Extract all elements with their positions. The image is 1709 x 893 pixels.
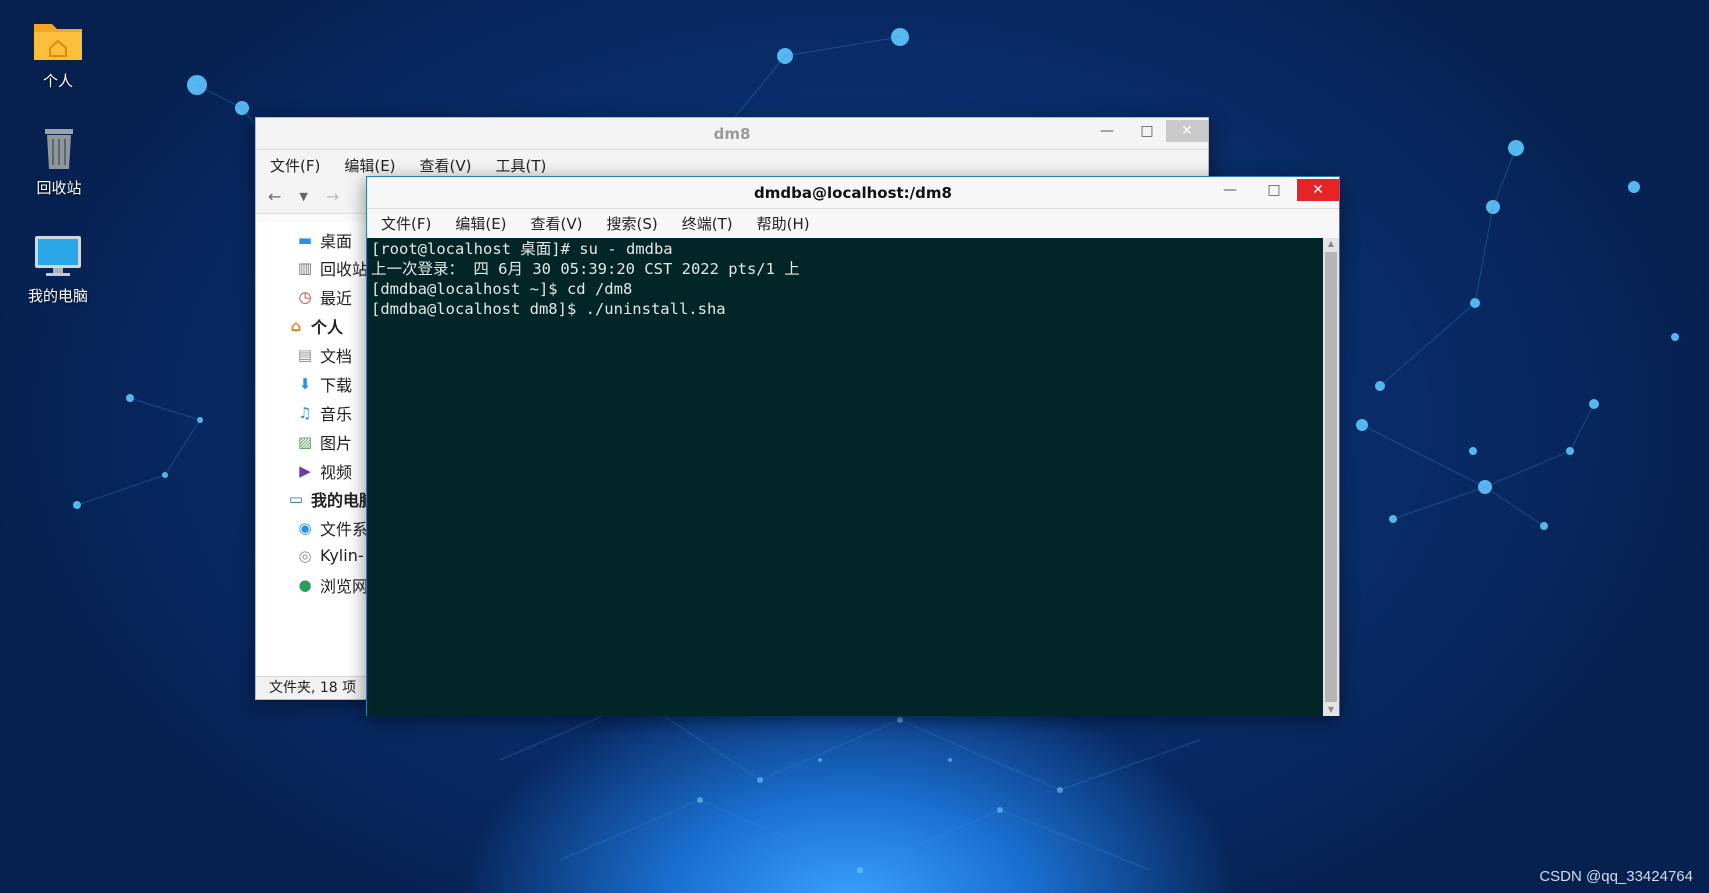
- terminal-window: dmdba@localhost:/dm8 — □ ✕ 文件(F) 编辑(E) 查…: [366, 176, 1340, 716]
- menu-edit[interactable]: 编辑(E): [344, 155, 395, 176]
- terminal-line: [dmdba@localhost ~]$ cd /dm8: [371, 280, 633, 298]
- menu-view[interactable]: 查看(V): [531, 213, 583, 234]
- sidebar-item-pictures[interactable]: ▨ 图片: [296, 430, 352, 454]
- sidebar-item-videos[interactable]: ▶ 视频: [296, 459, 352, 483]
- terminal-line: [dmdba@localhost dm8]$ ./uninstall.sha: [371, 300, 726, 318]
- terminal-menubar: 文件(F) 编辑(E) 查看(V) 搜索(S) 终端(T) 帮助(H): [367, 209, 1339, 238]
- back-arrow-icon[interactable]: ←: [268, 187, 281, 206]
- terminal-line: 上一次登录： 四 6月 30 05:39:20 CST 2022 pts/1 上: [371, 260, 800, 278]
- desktop-icon-label: 回收站: [36, 179, 82, 197]
- desktop-icon-personal[interactable]: 个人: [3, 18, 113, 91]
- scroll-down-icon[interactable]: ▼: [1323, 704, 1339, 716]
- sidebar-header-computer[interactable]: ▭ 我的电脑: [287, 487, 375, 511]
- minimize-button[interactable]: —: [1086, 120, 1128, 142]
- maximize-button[interactable]: □: [1126, 120, 1168, 142]
- globe-icon: ●: [298, 576, 312, 594]
- disc-icon: ◎: [298, 546, 312, 565]
- sidebar-item-trash[interactable]: ▥ 回收站: [296, 256, 368, 280]
- menu-tools[interactable]: 工具(T): [496, 155, 547, 176]
- desktop-icon-label: 我的电脑: [27, 287, 88, 305]
- places-sidebar: ▬ 桌面 ▥ 回收站 ◷ 最近 ⌂ 个人 ▤ 文档 ⬇ 下载 ♫ 音乐 ▨ 图片 ▶ 视频 ▭ 我的…: [256, 222, 384, 677]
- watermark: CSDN @qq_33424764: [1539, 868, 1693, 885]
- terminal-scrollbar[interactable]: ▲ ▼: [1323, 238, 1339, 716]
- folder-home-icon: [31, 18, 85, 64]
- close-button[interactable]: ✕: [1297, 179, 1339, 201]
- menu-file[interactable]: 文件(F): [381, 213, 431, 234]
- status-bar: 文件夹, 18 项: [256, 676, 376, 699]
- menu-help[interactable]: 帮助(H): [757, 213, 810, 234]
- trash-icon: [32, 125, 86, 171]
- window-title: dm8: [713, 125, 751, 143]
- terminal-output[interactable]: [root@localhost 桌面]# su - dmdba 上一次登录： 四 …: [367, 238, 1325, 716]
- forward-arrow-icon[interactable]: →: [326, 187, 339, 206]
- history-dropdown-icon[interactable]: ▼: [299, 190, 307, 203]
- sidebar-item-recent[interactable]: ◷ 最近: [296, 285, 352, 309]
- sidebar-item-desktop[interactable]: ▬ 桌面: [296, 228, 352, 252]
- close-button[interactable]: ✕: [1166, 120, 1208, 142]
- sidebar-item-kylin-disc[interactable]: ◎ Kylin-: [296, 546, 363, 565]
- music-icon: ♫: [298, 404, 312, 422]
- sidebar-header-personal[interactable]: ⌂ 个人: [287, 314, 343, 338]
- document-icon: ▤: [297, 346, 313, 364]
- sidebar-item-documents[interactable]: ▤ 文档: [296, 343, 352, 367]
- maximize-button[interactable]: □: [1253, 179, 1295, 201]
- desktop-icon-trash[interactable]: 回收站: [4, 125, 114, 198]
- window-title: dmdba@localhost:/dm8: [754, 184, 952, 202]
- menu-search[interactable]: 搜索(S): [607, 213, 658, 234]
- trash-icon: ▥: [297, 259, 313, 277]
- clock-icon: ◷: [298, 288, 312, 306]
- drive-icon: ◉: [298, 519, 312, 537]
- computer-icon: ▭: [288, 490, 304, 508]
- computer-icon: [31, 233, 85, 279]
- video-icon: ▶: [299, 462, 311, 480]
- sidebar-item-downloads[interactable]: ⬇ 下载: [296, 372, 352, 396]
- home-icon: ⌂: [290, 317, 302, 335]
- scrollbar-thumb[interactable]: [1325, 252, 1337, 702]
- sidebar-item-music[interactable]: ♫ 音乐: [296, 401, 352, 425]
- menu-file[interactable]: 文件(F): [270, 155, 320, 176]
- terminal-line: [root@localhost 桌面]# su - dmdba: [371, 240, 673, 258]
- terminal-titlebar[interactable]: dmdba@localhost:/dm8 — □ ✕: [367, 177, 1339, 209]
- menu-edit[interactable]: 编辑(E): [455, 213, 506, 234]
- download-icon: ⬇: [298, 375, 312, 393]
- desktop-icon-computer[interactable]: 我的电脑: [3, 233, 113, 306]
- file-manager-titlebar[interactable]: dm8 — □ ✕: [256, 118, 1208, 150]
- scroll-up-icon[interactable]: ▲: [1323, 238, 1339, 250]
- minimize-button[interactable]: —: [1209, 179, 1251, 201]
- desktop-icon-label: 个人: [42, 72, 73, 90]
- menu-view[interactable]: 查看(V): [420, 155, 472, 176]
- menu-terminal[interactable]: 终端(T): [682, 213, 733, 234]
- picture-icon: ▨: [297, 433, 313, 451]
- desktop-icon: ▬: [297, 231, 313, 249]
